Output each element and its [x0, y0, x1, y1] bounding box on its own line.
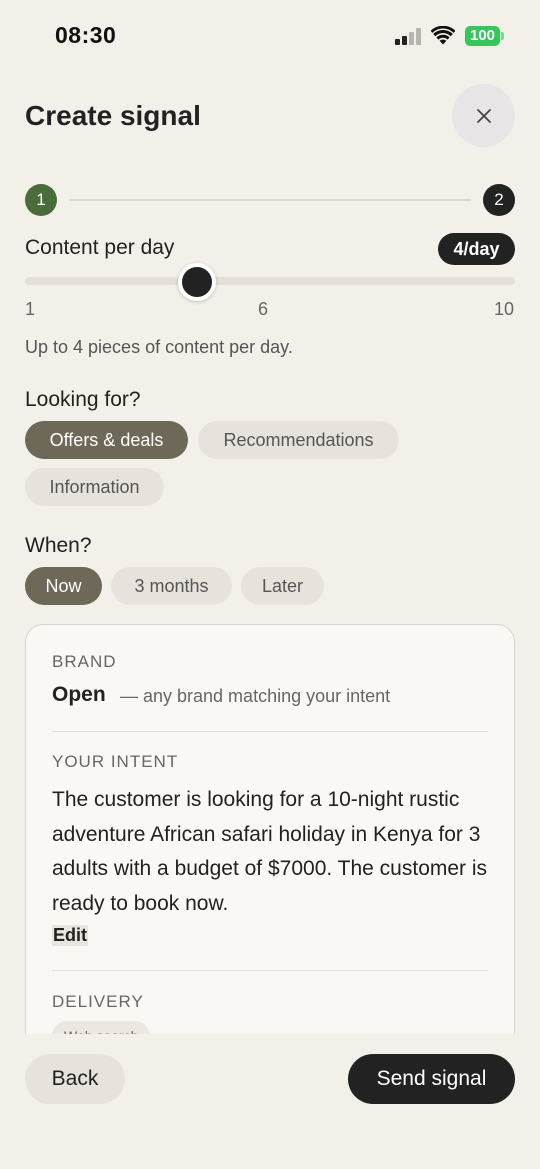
step-1-dot: 1: [25, 184, 57, 216]
back-button[interactable]: Back: [25, 1054, 125, 1104]
summary-card: BRAND Open — any brand matching your int…: [25, 624, 515, 1044]
wifi-icon: [431, 26, 455, 45]
rate-badge: 4/day: [438, 233, 515, 265]
step-connector: [69, 199, 471, 201]
cellular-signal-icon: [395, 28, 422, 45]
chip-recommendations[interactable]: Recommendations: [198, 421, 399, 459]
chip-offers-deals[interactable]: Offers & deals: [25, 421, 188, 459]
close-button[interactable]: [452, 84, 515, 147]
intent-label: YOUR INTENT: [52, 752, 179, 771]
footer-bar: Back Send signal: [0, 1034, 540, 1169]
send-signal-button[interactable]: Send signal: [348, 1054, 515, 1104]
step-indicator: 1 2: [25, 184, 515, 216]
delivery-label: DELIVERY: [52, 992, 144, 1011]
chip-now[interactable]: Now: [25, 567, 102, 605]
page-title: Create signal: [25, 100, 201, 131]
chip-information[interactable]: Information: [25, 468, 164, 506]
content-per-day-slider[interactable]: [25, 277, 515, 285]
status-time: 08:30: [55, 22, 117, 48]
card-divider: [52, 970, 488, 971]
card-divider: [52, 731, 488, 732]
brand-value: Open: [52, 683, 106, 706]
when-label: When?: [25, 534, 92, 557]
edit-intent-link[interactable]: Edit: [52, 925, 88, 946]
slider-min-label: 1: [25, 299, 36, 319]
battery-level: 100: [465, 26, 500, 46]
chip-3-months[interactable]: 3 months: [111, 567, 232, 605]
brand-label: BRAND: [52, 652, 117, 671]
intent-text: The customer is looking for a 10-night r…: [52, 788, 488, 915]
content-per-day-label: Content per day: [25, 236, 175, 259]
battery-icon: 100: [465, 26, 504, 46]
step-2-dot: 2: [483, 184, 515, 216]
chip-later[interactable]: Later: [241, 567, 324, 605]
looking-for-label: Looking for?: [25, 388, 141, 411]
close-icon: [476, 108, 491, 123]
status-bar: 08:30 100: [0, 0, 540, 72]
brand-note: — any brand matching your intent: [120, 686, 391, 706]
content-per-day-helper: Up to 4 pieces of content per day.: [25, 337, 293, 357]
slider-mid-label: 6: [258, 299, 269, 319]
slider-max-label: 10: [494, 299, 515, 319]
slider-thumb[interactable]: [177, 263, 216, 301]
